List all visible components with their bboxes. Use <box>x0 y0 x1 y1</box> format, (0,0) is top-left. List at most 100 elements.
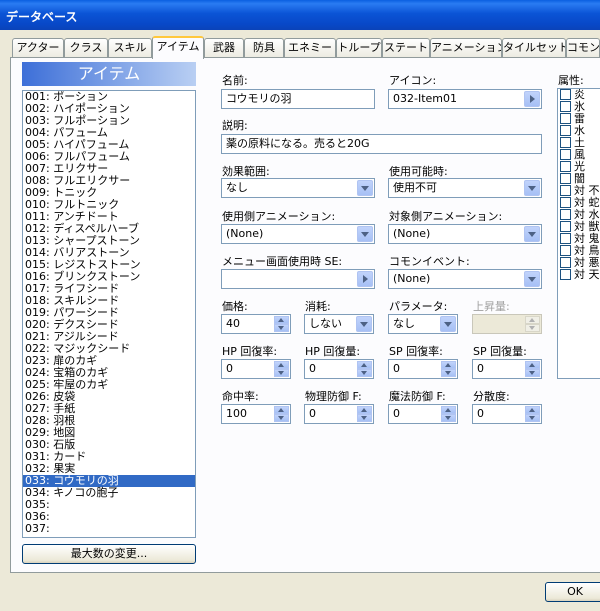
list-item[interactable]: 037: <box>23 523 195 535</box>
item-list[interactable]: 001: ポーション 002: ハイポーション 003: フルポーション 004… <box>22 90 196 538</box>
occasion-value: 使用不可 <box>393 181 437 194</box>
chevron-down-icon[interactable] <box>524 226 540 242</box>
spin-up-icon[interactable] <box>274 361 289 369</box>
spin-down-icon[interactable] <box>441 369 456 377</box>
database-tabs: アクター クラス スキル アイテム 武器 防具 エネミー トループ ステート ア… <box>10 36 600 59</box>
chevron-down-icon[interactable] <box>524 271 540 287</box>
attributes-label: 属性: <box>558 74 584 87</box>
spin-down-icon[interactable] <box>274 324 289 332</box>
mdef-spinner[interactable]: 0 <box>388 404 458 424</box>
name-input[interactable]: コウモリの羽 <box>221 89 375 109</box>
checkbox-icon[interactable] <box>560 137 571 148</box>
spin-up-icon[interactable] <box>441 406 456 414</box>
spin-up-icon[interactable] <box>274 316 289 324</box>
chevron-down-icon[interactable] <box>357 180 373 196</box>
consumable-label: 消耗: <box>305 300 331 313</box>
chevron-down-icon[interactable] <box>440 316 456 332</box>
tab-enemies[interactable]: エネミー <box>284 38 336 58</box>
icon-value: 032-Item01 <box>393 92 458 105</box>
checkbox-icon[interactable] <box>560 257 571 268</box>
parameter-select[interactable]: なし <box>388 314 458 334</box>
sp-rate-spinner[interactable]: 0 <box>388 359 458 379</box>
icon-field[interactable]: 032-Item01 <box>388 89 542 109</box>
target-animation-select[interactable]: (None) <box>388 224 542 244</box>
consumable-select[interactable]: しない <box>304 314 374 334</box>
checkbox-icon[interactable] <box>560 101 571 112</box>
consumable-value: しない <box>309 317 342 330</box>
checkbox-icon[interactable] <box>560 89 571 100</box>
hp-rate-spinner[interactable]: 0 <box>221 359 291 379</box>
tab-tilesets[interactable]: タイルセット <box>502 38 566 58</box>
checkbox-icon[interactable] <box>560 233 571 244</box>
attribute-item[interactable]: 対 天 <box>558 269 600 281</box>
spin-up-icon[interactable] <box>357 361 372 369</box>
tab-items[interactable]: アイテム <box>152 36 204 59</box>
checkbox-icon[interactable] <box>560 161 571 172</box>
scope-select[interactable]: なし <box>221 178 375 198</box>
browse-icon[interactable] <box>357 271 373 287</box>
common-event-select[interactable]: (None) <box>388 269 542 289</box>
icon-label: アイコン: <box>389 74 437 87</box>
browse-icon[interactable] <box>524 91 540 107</box>
chevron-down-icon[interactable] <box>524 180 540 196</box>
user-animation-select[interactable]: (None) <box>221 224 375 244</box>
tab-skills[interactable]: スキル <box>108 38 152 58</box>
checkbox-icon[interactable] <box>560 149 571 160</box>
sp-rate-value: 0 <box>393 362 400 375</box>
attributes-list[interactable]: 炎 氷 雷 水 土 風 光 闇 対 不 対 蛇 対 水 対 獣 対 鬼 対 鳥 … <box>557 88 600 379</box>
checkbox-icon[interactable] <box>560 209 571 220</box>
tab-common-events[interactable]: コモンイベ <box>566 38 600 58</box>
spin-down-icon[interactable] <box>274 414 289 422</box>
spin-down-icon[interactable] <box>357 369 372 377</box>
variance-label: 分散度: <box>473 390 510 403</box>
checkbox-icon[interactable] <box>560 113 571 124</box>
tab-armors[interactable]: 防具 <box>244 38 284 58</box>
checkbox-icon[interactable] <box>560 125 571 136</box>
description-input[interactable]: 薬の原料になる。売ると20G <box>221 134 542 154</box>
tab-animations[interactable]: アニメーション <box>430 38 502 58</box>
sp-amount-spinner[interactable]: 0 <box>472 359 542 379</box>
spin-up-icon[interactable] <box>274 406 289 414</box>
hp-amount-label: HP 回復量: <box>305 345 361 358</box>
variance-value: 0 <box>477 407 484 420</box>
chevron-down-icon[interactable] <box>357 226 373 242</box>
checkbox-icon[interactable] <box>560 221 571 232</box>
pdef-spinner[interactable]: 0 <box>304 404 374 424</box>
hit-rate-spinner[interactable]: 100 <box>221 404 291 424</box>
spin-down-icon[interactable] <box>441 414 456 422</box>
spin-up-icon[interactable] <box>357 406 372 414</box>
price-spinner[interactable]: 40 <box>221 314 291 334</box>
change-max-button[interactable]: 最大数の変更... <box>22 544 196 564</box>
occasion-select[interactable]: 使用不可 <box>388 178 542 198</box>
ok-button[interactable]: OK <box>545 582 600 602</box>
spin-down-icon[interactable] <box>357 414 372 422</box>
checkbox-icon[interactable] <box>560 245 571 256</box>
mdef-label: 魔法防御 F: <box>389 390 446 403</box>
pdef-value: 0 <box>309 407 316 420</box>
spin-down-icon[interactable] <box>525 369 540 377</box>
common-event-value: (None) <box>393 272 431 285</box>
spin-up-icon[interactable] <box>525 406 540 414</box>
hp-amount-value: 0 <box>309 362 316 375</box>
checkbox-icon[interactable] <box>560 197 571 208</box>
sp-rate-label: SP 回復率: <box>389 345 443 358</box>
checkbox-icon[interactable] <box>560 185 571 196</box>
spin-up-icon[interactable] <box>525 361 540 369</box>
tab-troops[interactable]: トループ <box>336 38 382 58</box>
hp-amount-spinner[interactable]: 0 <box>304 359 374 379</box>
user-animation-value: (None) <box>226 227 264 240</box>
spin-down-icon[interactable] <box>274 369 289 377</box>
spin-up-icon[interactable] <box>441 361 456 369</box>
menu-se-field[interactable] <box>221 269 375 289</box>
scope-label: 効果範囲: <box>222 165 270 178</box>
chevron-down-icon[interactable] <box>356 316 372 332</box>
tab-states[interactable]: ステート <box>382 38 430 58</box>
spin-down-icon[interactable] <box>525 414 540 422</box>
parameter-value: なし <box>393 317 415 330</box>
tab-weapons[interactable]: 武器 <box>204 38 244 58</box>
tab-actors[interactable]: アクター <box>12 38 64 58</box>
variance-spinner[interactable]: 0 <box>472 404 542 424</box>
tab-classes[interactable]: クラス <box>64 38 108 58</box>
checkbox-icon[interactable] <box>560 173 571 184</box>
checkbox-icon[interactable] <box>560 269 571 280</box>
